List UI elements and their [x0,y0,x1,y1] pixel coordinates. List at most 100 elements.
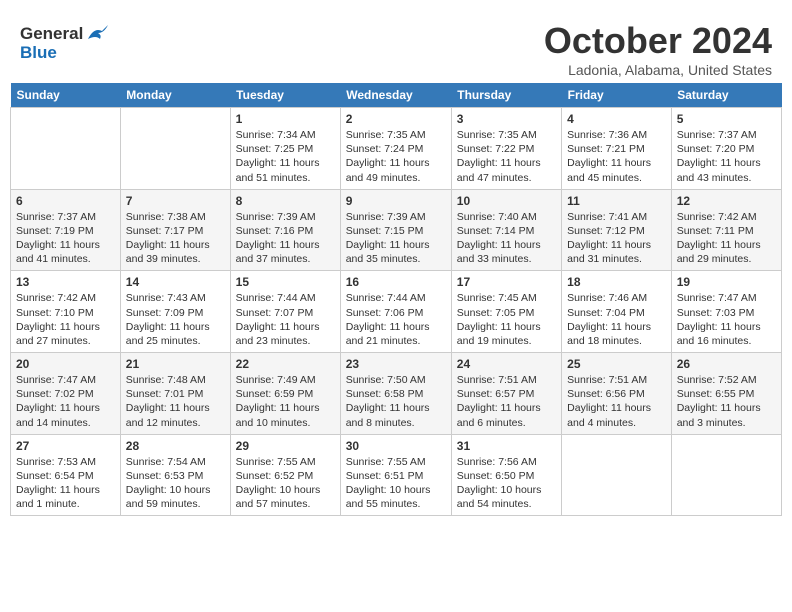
day-number: 11 [567,194,666,208]
col-header-monday: Monday [120,83,230,108]
day-info: Sunrise: 7:52 AMSunset: 6:55 PMDaylight:… [677,373,776,430]
calendar-cell: 20Sunrise: 7:47 AMSunset: 7:02 PMDayligh… [11,353,121,435]
calendar-cell [562,434,672,516]
day-number: 24 [457,357,556,371]
calendar-cell: 13 Sunrise: 7:42 AMSunset: 7:10 PMDayligh… [11,271,121,353]
day-info: Sunrise: 7:45 AMSunset: 7:05 PMDaylight:… [457,291,556,348]
col-header-thursday: Thursday [451,83,561,108]
day-info: Sunrise: 7:37 AMSunset: 7:20 PMDaylight:… [677,128,776,185]
col-header-sunday: Sunday [11,83,121,108]
day-info: Sunrise: 7:35 AMSunset: 7:24 PMDaylight:… [346,128,446,185]
logo: General Blue [20,20,108,62]
col-header-wednesday: Wednesday [340,83,451,108]
day-number: 10 [457,194,556,208]
day-number: 7 [126,194,225,208]
day-number: 4 [567,112,666,126]
day-info: Sunrise: 7:48 AMSunset: 7:01 PMDaylight:… [126,373,225,430]
day-number: 29 [236,439,335,453]
calendar-cell: 24 Sunrise: 7:51 AMSunset: 6:57 PMDayligh… [451,353,561,435]
day-number: 18 [567,275,666,289]
calendar-cell: 9 Sunrise: 7:39 AMSunset: 7:15 PMDaylight… [340,189,451,271]
calendar-cell: 5Sunrise: 7:37 AMSunset: 7:20 PMDaylight… [671,108,781,190]
day-number: 31 [457,439,556,453]
day-number: 15 [236,275,335,289]
calendar-cell: 23Sunrise: 7:50 AMSunset: 6:58 PMDayligh… [340,353,451,435]
day-number: 13 [16,275,115,289]
day-info: Sunrise: 7:47 AMSunset: 7:03 PMDaylight:… [677,291,776,348]
day-info: Sunrise: 7:42 AMSunset: 7:11 PMDaylight:… [677,210,776,267]
day-number: 9 [346,194,446,208]
calendar-cell: 12 Sunrise: 7:42 AMSunset: 7:11 PMDayligh… [671,189,781,271]
logo-general: General [20,25,83,44]
logo-text: General Blue [20,25,108,62]
day-number: 3 [457,112,556,126]
calendar-cell: 7Sunrise: 7:38 AMSunset: 7:17 PMDaylight… [120,189,230,271]
logo-blue: Blue [20,44,108,63]
day-info: Sunrise: 7:49 AMSunset: 6:59 PMDaylight:… [236,373,335,430]
day-info: Sunrise: 7:51 AMSunset: 6:56 PMDaylight:… [567,373,666,430]
logo-bird-icon [86,25,108,43]
calendar-cell: 29 Sunrise: 7:55 AMSunset: 6:52 PMDayligh… [230,434,340,516]
calendar-week-row: 13 Sunrise: 7:42 AMSunset: 7:10 PMDayligh… [11,271,782,353]
day-number: 26 [677,357,776,371]
calendar-cell [120,108,230,190]
col-header-tuesday: Tuesday [230,83,340,108]
col-header-friday: Friday [562,83,672,108]
day-number: 25 [567,357,666,371]
calendar-cell [671,434,781,516]
day-info: Sunrise: 7:39 AMSunset: 7:16 PMDaylight:… [236,210,335,267]
calendar-cell: 31 Sunrise: 7:56 AMSunset: 6:50 PMDayligh… [451,434,561,516]
day-number: 21 [126,357,225,371]
calendar-cell: 17 Sunrise: 7:45 AMSunset: 7:05 PMDayligh… [451,271,561,353]
day-info: Sunrise: 7:44 AMSunset: 7:07 PMDaylight:… [236,291,335,348]
calendar-cell: 25 Sunrise: 7:51 AMSunset: 6:56 PMDayligh… [562,353,672,435]
day-info: Sunrise: 7:56 AMSunset: 6:50 PMDaylight:… [457,455,556,512]
calendar-cell: 16 Sunrise: 7:44 AMSunset: 7:06 PMDayligh… [340,271,451,353]
day-number: 22 [236,357,335,371]
day-info: Sunrise: 7:37 AMSunset: 7:19 PMDaylight:… [16,210,115,267]
calendar-cell: 27 Sunrise: 7:53 AMSunset: 6:54 PMDayligh… [11,434,121,516]
calendar-cell: 4Sunrise: 7:36 AMSunset: 7:21 PMDaylight… [562,108,672,190]
day-number: 8 [236,194,335,208]
calendar-cell: 3 Sunrise: 7:35 AMSunset: 7:22 PMDaylight… [451,108,561,190]
day-number: 30 [346,439,446,453]
calendar-cell: 28 Sunrise: 7:54 AMSunset: 6:53 PMDayligh… [120,434,230,516]
day-number: 27 [16,439,115,453]
calendar-cell: 10 Sunrise: 7:40 AMSunset: 7:14 PMDayligh… [451,189,561,271]
day-number: 19 [677,275,776,289]
calendar-cell: 19 Sunrise: 7:47 AMSunset: 7:03 PMDayligh… [671,271,781,353]
day-info: Sunrise: 7:53 AMSunset: 6:54 PMDaylight:… [16,455,115,512]
calendar-table: SundayMondayTuesdayWednesdayThursdayFrid… [10,83,782,516]
calendar-week-row: 27 Sunrise: 7:53 AMSunset: 6:54 PMDayligh… [11,434,782,516]
day-info: Sunrise: 7:35 AMSunset: 7:22 PMDaylight:… [457,128,556,185]
calendar-week-row: 6Sunrise: 7:37 AMSunset: 7:19 PMDaylight… [11,189,782,271]
day-number: 20 [16,357,115,371]
col-header-saturday: Saturday [671,83,781,108]
day-info: Sunrise: 7:40 AMSunset: 7:14 PMDaylight:… [457,210,556,267]
calendar-cell [11,108,121,190]
calendar-cell: 6Sunrise: 7:37 AMSunset: 7:19 PMDaylight… [11,189,121,271]
calendar-cell: 11Sunrise: 7:41 AMSunset: 7:12 PMDayligh… [562,189,672,271]
day-info: Sunrise: 7:51 AMSunset: 6:57 PMDaylight:… [457,373,556,430]
day-number: 12 [677,194,776,208]
day-number: 14 [126,275,225,289]
day-info: Sunrise: 7:55 AMSunset: 6:51 PMDaylight:… [346,455,446,512]
day-info: Sunrise: 7:55 AMSunset: 6:52 PMDaylight:… [236,455,335,512]
day-info: Sunrise: 7:43 AMSunset: 7:09 PMDaylight:… [126,291,225,348]
calendar-week-row: 1Sunrise: 7:34 AMSunset: 7:25 PMDaylight… [11,108,782,190]
title-block: October 2024 Ladonia, Alabama, United St… [544,20,772,78]
day-number: 16 [346,275,446,289]
calendar-cell: 26 Sunrise: 7:52 AMSunset: 6:55 PMDayligh… [671,353,781,435]
day-info: Sunrise: 7:42 AMSunset: 7:10 PMDaylight:… [16,291,115,348]
calendar-cell: 18Sunrise: 7:46 AMSunset: 7:04 PMDayligh… [562,271,672,353]
day-number: 17 [457,275,556,289]
day-info: Sunrise: 7:54 AMSunset: 6:53 PMDaylight:… [126,455,225,512]
day-info: Sunrise: 7:44 AMSunset: 7:06 PMDaylight:… [346,291,446,348]
day-number: 28 [126,439,225,453]
location: Ladonia, Alabama, United States [544,62,772,78]
day-number: 23 [346,357,446,371]
day-number: 1 [236,112,335,126]
day-info: Sunrise: 7:39 AMSunset: 7:15 PMDaylight:… [346,210,446,267]
calendar-cell: 2 Sunrise: 7:35 AMSunset: 7:24 PMDaylight… [340,108,451,190]
day-number: 2 [346,112,446,126]
